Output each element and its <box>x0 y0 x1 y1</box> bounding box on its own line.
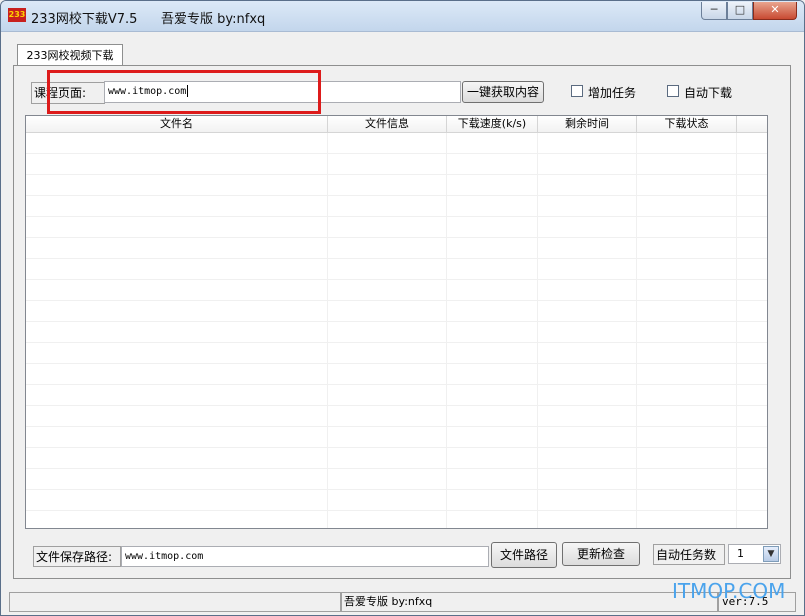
window-subtitle: 吾爱专版 by:nfxq <box>161 12 266 27</box>
download-list[interactable]: 文件名 文件信息 下载速度(k/s) 剩余时间 下载状态 <box>25 115 768 529</box>
column-header-file-info[interactable]: 文件信息 <box>328 116 447 133</box>
fetch-content-button[interactable]: 一键获取内容 <box>462 81 544 103</box>
empty-row <box>26 427 767 448</box>
empty-row <box>26 406 767 427</box>
empty-row <box>26 280 767 301</box>
column-header-filler <box>737 116 767 133</box>
main-window: 233 233网校下载V7.5 吾爱专版 by:nfxq ─ □ ✕ 233网校… <box>0 0 805 616</box>
highlight-annotation-box <box>47 70 321 114</box>
empty-row <box>26 469 767 490</box>
close-button[interactable]: ✕ <box>753 2 797 20</box>
column-header-remaining-time[interactable]: 剩余时间 <box>538 116 637 133</box>
empty-row <box>26 301 767 322</box>
minimize-icon: ─ <box>710 3 718 16</box>
status-cell-left <box>9 592 341 612</box>
empty-row <box>26 133 767 154</box>
empty-row <box>26 385 767 406</box>
auto-download-label[interactable]: 自动下载 <box>684 84 732 101</box>
maximize-button[interactable]: □ <box>727 2 753 20</box>
watermark-logo: ITMOP.COM <box>672 579 786 603</box>
column-header-speed[interactable]: 下载速度(k/s) <box>447 116 538 133</box>
auto-tasks-select[interactable]: 1 ▼ <box>728 544 781 564</box>
save-path-value: www.itmop.com <box>125 551 204 562</box>
minimize-button[interactable]: ─ <box>701 2 727 20</box>
file-path-button[interactable]: 文件路径 <box>491 542 557 568</box>
auto-download-checkbox[interactable] <box>667 85 679 97</box>
chevron-down-icon[interactable]: ▼ <box>763 546 779 562</box>
maximize-icon: □ <box>734 3 746 16</box>
auto-tasks-value: 1 <box>737 547 744 560</box>
title-bar[interactable]: 233 233网校下载V7.5 吾爱专版 by:nfxq ─ □ ✕ <box>1 1 804 32</box>
empty-row <box>26 364 767 385</box>
save-path-input[interactable]: www.itmop.com <box>121 546 489 567</box>
save-path-label: 文件保存路径: <box>33 546 121 567</box>
empty-row <box>26 490 767 511</box>
empty-row <box>26 196 767 217</box>
auto-tasks-label: 自动任务数 <box>653 544 725 565</box>
empty-row <box>26 238 767 259</box>
app-icon: 233 <box>8 8 26 22</box>
empty-row <box>26 343 767 364</box>
empty-row <box>26 322 767 343</box>
column-header-status[interactable]: 下载状态 <box>637 116 737 133</box>
empty-row <box>26 511 767 528</box>
empty-row <box>26 175 767 196</box>
empty-row <box>26 259 767 280</box>
status-cell-center: 吾爱专版 by:nfxq <box>341 592 718 612</box>
add-task-checkbox[interactable] <box>571 85 583 97</box>
tab-video-download[interactable]: 233网校视频下载 <box>17 44 123 66</box>
window-title: 233网校下载V7.5 <box>31 12 138 27</box>
empty-row <box>26 154 767 175</box>
update-check-button[interactable]: 更新检查 <box>562 542 640 566</box>
add-task-label[interactable]: 增加任务 <box>588 84 636 101</box>
close-icon: ✕ <box>770 3 780 16</box>
empty-row <box>26 217 767 238</box>
empty-row <box>26 448 767 469</box>
column-header-filename[interactable]: 文件名 <box>26 116 328 133</box>
